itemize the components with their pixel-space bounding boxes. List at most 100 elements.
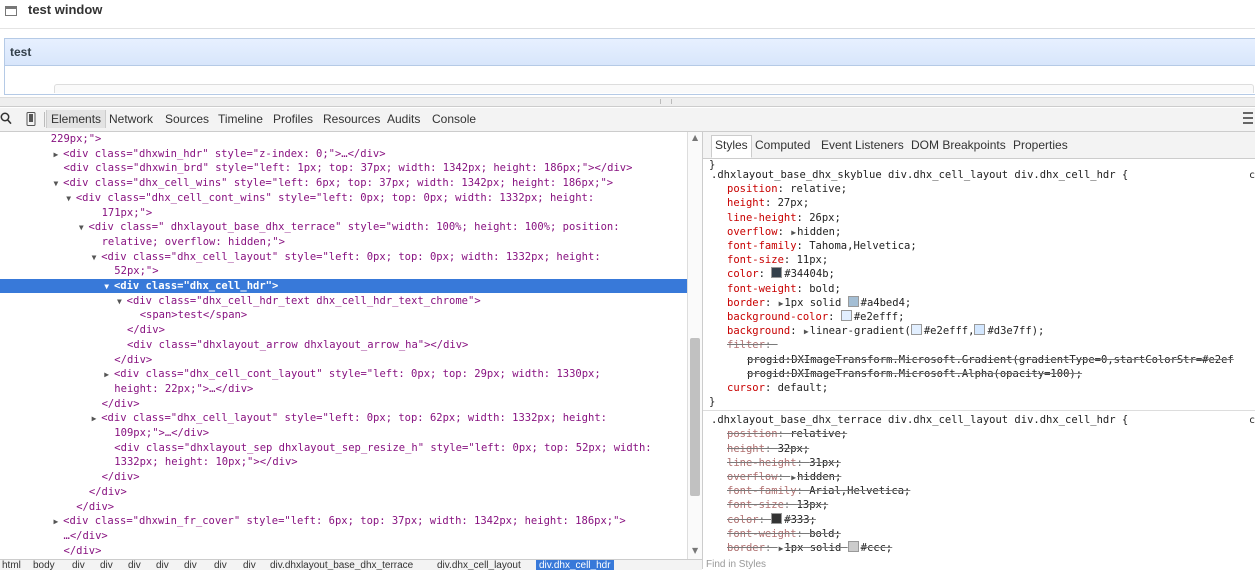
expanded-triangle-icon[interactable]: ▼ — [66, 192, 76, 205]
css-property[interactable]: overflow: ▶hidden; — [727, 470, 841, 484]
css-property[interactable]: line-height: 31px; — [727, 456, 841, 470]
tab-elements[interactable]: Elements — [46, 110, 107, 128]
color-swatch-icon[interactable] — [771, 512, 783, 524]
drawer-toggle-icon[interactable] — [1242, 111, 1254, 128]
css-property[interactable]: color: #333; — [727, 512, 816, 527]
dom-node-line[interactable]: 109px;">…</div> — [0, 426, 687, 440]
dom-node-selected[interactable]: ▼ <div class="dhx_cell_hdr"> — [0, 279, 687, 293]
tab-timeline[interactable]: Timeline — [218, 112, 263, 126]
dom-node-line[interactable]: height: 22px;">…</div> — [0, 382, 687, 396]
dom-node-line[interactable]: </div> — [0, 397, 687, 411]
dom-node-line[interactable]: ▶ <div class="dhx_cell_layout" style="le… — [0, 411, 687, 425]
tab-resources[interactable]: Resources — [323, 112, 380, 126]
expand-triangle-icon[interactable]: ▶ — [779, 542, 784, 556]
dom-node-line[interactable]: <div class="dhxlayout_sep dhxlayout_sep_… — [0, 441, 687, 455]
scroll-up-icon[interactable]: ▲ — [692, 133, 698, 142]
resize-grip-icon[interactable] — [660, 99, 672, 104]
tab-properties[interactable]: Properties — [1013, 138, 1068, 152]
css-property[interactable]: height: 27px; — [727, 196, 809, 210]
css-property[interactable]: background-color: #e2efff; — [727, 310, 904, 324]
css-property[interactable]: font-family: Tahoma,Helvetica; — [727, 239, 917, 253]
source-link[interactable]: c — [1249, 415, 1255, 425]
dom-node-line[interactable]: <div class="dhxlayout_arrow dhxlayout_ar… — [0, 338, 687, 352]
tab-audits[interactable]: Audits — [387, 112, 420, 126]
dom-node-line[interactable]: </div> — [0, 323, 687, 337]
tab-profiles[interactable]: Profiles — [273, 112, 313, 126]
expand-triangle-icon[interactable]: ▶ — [791, 226, 796, 240]
css-property[interactable]: progid:DXImageTransform.Microsoft.Alpha(… — [747, 367, 1082, 381]
dom-node-line[interactable]: </div> — [0, 470, 687, 484]
device-mode-icon[interactable] — [26, 112, 36, 129]
color-swatch-icon[interactable] — [974, 324, 986, 336]
collapsed-triangle-icon[interactable]: ▶ — [54, 515, 64, 528]
css-property[interactable]: progid:DXImageTransform.Microsoft.Gradie… — [747, 353, 1234, 367]
elements-dom-tree[interactable]: 229px;"> ▶ <div class="dhxwin_hdr" style=… — [0, 132, 687, 559]
scroll-down-icon[interactable]: ▼ — [692, 546, 698, 555]
expanded-triangle-icon[interactable]: ▼ — [104, 280, 114, 293]
dom-node-line[interactable]: </div> — [0, 485, 687, 499]
tab-dom-breakpoints[interactable]: DOM Breakpoints — [911, 138, 1006, 152]
css-property[interactable]: line-height: 26px; — [727, 211, 841, 225]
dom-node-line[interactable]: ▼ <div class="dhx_cell_hdr_text dhx_cell… — [0, 294, 687, 308]
css-property[interactable]: font-weight: bold; — [727, 282, 841, 296]
expanded-triangle-icon[interactable]: ▼ — [79, 221, 89, 234]
css-property[interactable]: font-size: 11px; — [727, 253, 828, 267]
color-swatch-icon[interactable] — [847, 295, 859, 307]
layout-cell-header[interactable]: test — [5, 39, 1255, 66]
expand-triangle-icon[interactable]: ▶ — [779, 297, 784, 311]
expanded-triangle-icon[interactable]: ▼ — [54, 177, 64, 190]
collapsed-triangle-icon[interactable]: ▶ — [54, 148, 64, 161]
css-property[interactable]: color: #34404b; — [727, 267, 835, 281]
css-property[interactable]: border: ▶1px solid #a4bed4; — [727, 295, 911, 311]
dom-node-line[interactable]: ▶ <div class="dhxwin_hdr" style="z-index… — [0, 147, 687, 161]
tab-sources[interactable]: Sources — [165, 112, 209, 126]
color-swatch-icon[interactable] — [840, 310, 852, 321]
expand-triangle-icon[interactable]: ▶ — [791, 471, 796, 485]
css-selector[interactable]: .dhxlayout_base_dhx_terrace div.dhx_cell… — [711, 413, 1128, 427]
dom-node-line[interactable]: 229px;"> — [0, 132, 687, 146]
dom-tree-scrollbar[interactable]: ▲ ▼ — [687, 132, 703, 559]
css-property[interactable]: overflow: ▶hidden; — [727, 225, 841, 239]
css-property[interactable]: height: 32px; — [727, 442, 809, 456]
css-property[interactable]: border: ▶1px solid #ccc; — [727, 541, 892, 555]
dom-node-line[interactable]: ▶ <div class="dhxwin_fr_cover" style="le… — [0, 514, 687, 528]
expanded-triangle-icon[interactable]: ▼ — [92, 251, 102, 264]
collapsed-triangle-icon[interactable]: ▶ — [92, 412, 102, 425]
expanded-triangle-icon[interactable]: ▼ — [117, 295, 127, 308]
css-selector[interactable]: .dhxlayout_base_dhx_skyblue div.dhx_cell… — [711, 168, 1128, 182]
dom-node-line[interactable]: <div class="dhxwin_brd" style="left: 1px… — [0, 161, 687, 175]
css-property[interactable]: font-size: 13px; — [727, 498, 828, 512]
dom-node-line[interactable]: …</div> — [0, 529, 687, 543]
dom-node-line[interactable]: </div> — [0, 544, 687, 558]
css-property[interactable]: background: ▶linear-gradient(#e2efff, #d3… — [727, 324, 1044, 338]
tab-network[interactable]: Network — [109, 112, 153, 126]
dom-node-line[interactable]: 52px;"> — [0, 264, 687, 278]
dom-node-line[interactable]: ▼ <div class="dhx_cell_cont_wins" style=… — [0, 191, 687, 205]
dom-node-line[interactable]: <span>test</span> — [0, 308, 687, 322]
tab-console[interactable]: Console — [432, 112, 476, 126]
css-property[interactable]: font-family: Arial,Helvetica; — [727, 484, 910, 498]
css-property[interactable]: position: relative; — [727, 427, 847, 441]
dom-node-line[interactable]: relative; overflow: hidden;"> — [0, 235, 687, 249]
tab-computed[interactable]: Computed — [755, 138, 810, 152]
devtools-resizer[interactable] — [0, 97, 1255, 107]
dom-node-line[interactable]: ▼ <div class="dhx_cell_layout" style="le… — [0, 250, 687, 264]
scrollbar-thumb[interactable] — [690, 338, 700, 496]
source-link[interactable]: c — [1249, 170, 1255, 180]
color-swatch-icon[interactable] — [847, 541, 859, 552]
color-swatch-icon[interactable] — [910, 324, 922, 336]
css-property[interactable]: font-weight: bold; — [727, 527, 841, 541]
collapsed-triangle-icon[interactable]: ▶ — [104, 368, 114, 381]
tab-event-listeners[interactable]: Event Listeners — [821, 138, 904, 152]
dom-node-line[interactable]: </div> — [0, 500, 687, 514]
css-property[interactable]: cursor: default; — [727, 381, 828, 395]
expand-triangle-icon[interactable]: ▶ — [804, 325, 809, 339]
inspect-search-icon[interactable] — [0, 112, 12, 128]
css-property[interactable]: filter: — [727, 338, 778, 352]
dom-node-line[interactable]: 1332px; height: 10px;"></div> — [0, 455, 687, 469]
color-swatch-icon[interactable] — [771, 267, 783, 279]
dom-node-line[interactable]: 171px;"> — [0, 206, 687, 220]
tab-styles[interactable]: Styles — [711, 135, 752, 158]
css-property[interactable]: position: relative; — [727, 182, 847, 196]
find-in-styles-input[interactable]: Find in Styles — [706, 559, 766, 570]
